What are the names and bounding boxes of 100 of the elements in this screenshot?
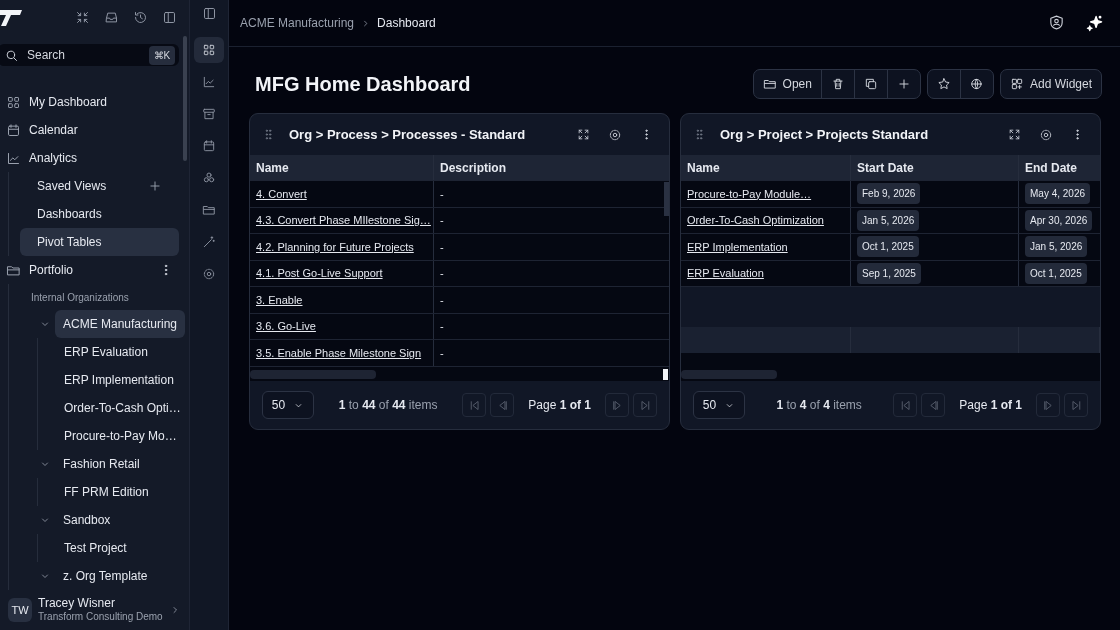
magic-wand-icon — [202, 235, 217, 249]
scrollbar[interactable] — [183, 36, 188, 161]
search-box[interactable]: Search ⌘K — [0, 44, 180, 66]
page-size-select[interactable]: 50 — [262, 391, 314, 419]
breadcrumb-link[interactable]: Dashboard — [377, 14, 436, 32]
nav-item[interactable]: Analytics — [0, 144, 190, 172]
table-cell-text: - — [440, 213, 444, 228]
plus-icon — [896, 77, 911, 91]
nav-item[interactable]: Calendar — [0, 116, 190, 144]
archive-icon — [202, 107, 217, 121]
tree-item[interactable]: Test Project — [64, 534, 190, 562]
table-link[interactable]: 3.5. Enable Phase Milestone Sign — [256, 344, 422, 361]
page-title: MFG Home Dashboard — [255, 72, 471, 96]
search-field[interactable]: Search — [25, 45, 143, 65]
globe-icon — [969, 77, 984, 91]
nav-item[interactable]: Dashboards — [20, 200, 180, 228]
rail-button[interactable] — [194, 37, 225, 63]
calendar-icon — [6, 122, 21, 138]
nav-item[interactable]: Pivot Tables — [20, 228, 180, 256]
column-header[interactable]: Start Date — [851, 155, 1019, 180]
folder-icon — [762, 77, 777, 91]
table-link[interactable]: 3.6. Go-Live — [256, 318, 316, 335]
tree-item[interactable]: Procure-to-Pay Mo… — [64, 422, 190, 450]
section-label: Internal Organizations — [31, 290, 130, 305]
chart-icon — [202, 75, 217, 89]
folder-icon — [202, 203, 217, 217]
page-size-select[interactable]: 50 — [693, 391, 745, 419]
grid-icon — [202, 43, 217, 57]
tree-item[interactable]: ERP Implementation — [64, 366, 190, 394]
tree-item[interactable]: ACME Manufacturing — [55, 310, 186, 338]
sidebar-toggle-icon[interactable] — [201, 6, 217, 21]
history-icon[interactable] — [133, 9, 149, 25]
nav-item[interactable]: My Dashboard — [0, 88, 190, 116]
scrollbar[interactable] — [681, 370, 777, 379]
user-name: Tracey Wisner — [38, 597, 116, 612]
calendar-icon — [202, 139, 217, 153]
scroll-handle[interactable] — [663, 369, 668, 380]
sidebar-toggle-icon[interactable] — [162, 9, 178, 25]
table-link[interactable]: Procure-to-Pay Module… — [687, 185, 812, 202]
logo-icon[interactable] — [0, 8, 24, 26]
table-link[interactable]: 3. Enable — [256, 291, 303, 308]
widget-title: Org > Project > Projects Standard — [720, 125, 930, 144]
tree-item[interactable]: Fashion Retail — [55, 450, 148, 478]
table-cell-text: - — [440, 345, 444, 361]
column-header[interactable]: End Date — [1019, 155, 1100, 180]
nav-item[interactable]: Saved Views — [20, 172, 180, 200]
page-indicator: Page 1 of 1 — [527, 397, 592, 414]
scrollbar[interactable] — [250, 370, 376, 379]
table-link[interactable]: 4.2. Planning for Future Projects — [256, 238, 414, 255]
inbox-icon[interactable] — [104, 9, 120, 25]
date-tag: Oct 1, 2025 — [1025, 262, 1087, 284]
date-tag: May 4, 2026 — [1025, 183, 1091, 205]
date-tag: Sep 1, 2025 — [857, 262, 921, 284]
table-link[interactable]: ERP Evaluation — [687, 265, 764, 282]
column-header[interactable]: Name — [250, 155, 434, 180]
table-link[interactable]: Order-To-Cash Optimization — [687, 212, 824, 229]
table-cell-text: - — [440, 292, 444, 308]
table-link[interactable]: 4. Convert — [256, 185, 307, 202]
column-header[interactable]: Description — [434, 155, 669, 180]
table-cell-text: - — [440, 239, 444, 255]
shield-user-icon[interactable] — [1048, 13, 1065, 31]
tree-item[interactable]: z. Org Template — [55, 562, 156, 590]
tree-item[interactable]: Order-To-Cash Opti… — [64, 394, 190, 422]
date-tag: Jan 5, 2026 — [857, 209, 920, 231]
date-tag: Apr 30, 2026 — [1025, 209, 1093, 231]
column-header[interactable]: Name — [681, 155, 851, 180]
table-link[interactable]: 4.1. Post Go-Live Support — [256, 265, 383, 282]
tree-item[interactable]: ERP Evaluation — [64, 338, 190, 366]
shortcut-hint: ⌘K — [148, 45, 176, 65]
table-link[interactable]: ERP Implementation — [687, 238, 788, 255]
page-indicator: Page 1 of 1 — [958, 397, 1023, 414]
plus-icon[interactable] — [148, 179, 163, 193]
user-organization: Transform Consulting Demo — [38, 611, 164, 623]
date-tag: Jan 5, 2026 — [1025, 236, 1088, 258]
expand-icon[interactable] — [577, 127, 590, 141]
tree-item[interactable]: Sandbox — [55, 506, 119, 534]
settings-icon — [202, 267, 217, 281]
settings-icon[interactable] — [1039, 127, 1053, 142]
scrollbar[interactable] — [664, 182, 669, 216]
item-range: 1 to 44 of 44 items — [337, 397, 439, 414]
tree-item[interactable]: FF PRM Edition — [64, 478, 190, 506]
date-tag: Feb 9, 2026 — [857, 183, 921, 205]
table-link[interactable]: 4.3. Convert Phase MIlestone Sig… — [256, 212, 431, 229]
nav-item[interactable]: Portfolio — [0, 256, 190, 284]
copy-icon — [863, 77, 878, 91]
add-widget-button[interactable]: Add Widget — [1000, 70, 1101, 98]
date-tag: Oct 1, 2025 — [857, 236, 919, 258]
user-avatar[interactable]: TW — [8, 598, 32, 622]
breadcrumb-link[interactable]: ACME Manufacturing — [240, 14, 355, 32]
expand-icon[interactable] — [1008, 127, 1021, 141]
circles-icon — [202, 171, 217, 185]
star-icon — [936, 77, 951, 91]
sparkle-icon[interactable] — [1085, 13, 1104, 33]
collapse-icon[interactable] — [75, 9, 91, 25]
settings-icon[interactable] — [608, 127, 622, 142]
table-cell-text: - — [440, 186, 444, 202]
widget-title: Org > Process > Processes - Standard — [289, 125, 527, 144]
item-range: 1 to 4 of 4 items — [775, 397, 863, 414]
chart-icon — [6, 150, 21, 166]
table-cell-text: - — [440, 319, 444, 334]
